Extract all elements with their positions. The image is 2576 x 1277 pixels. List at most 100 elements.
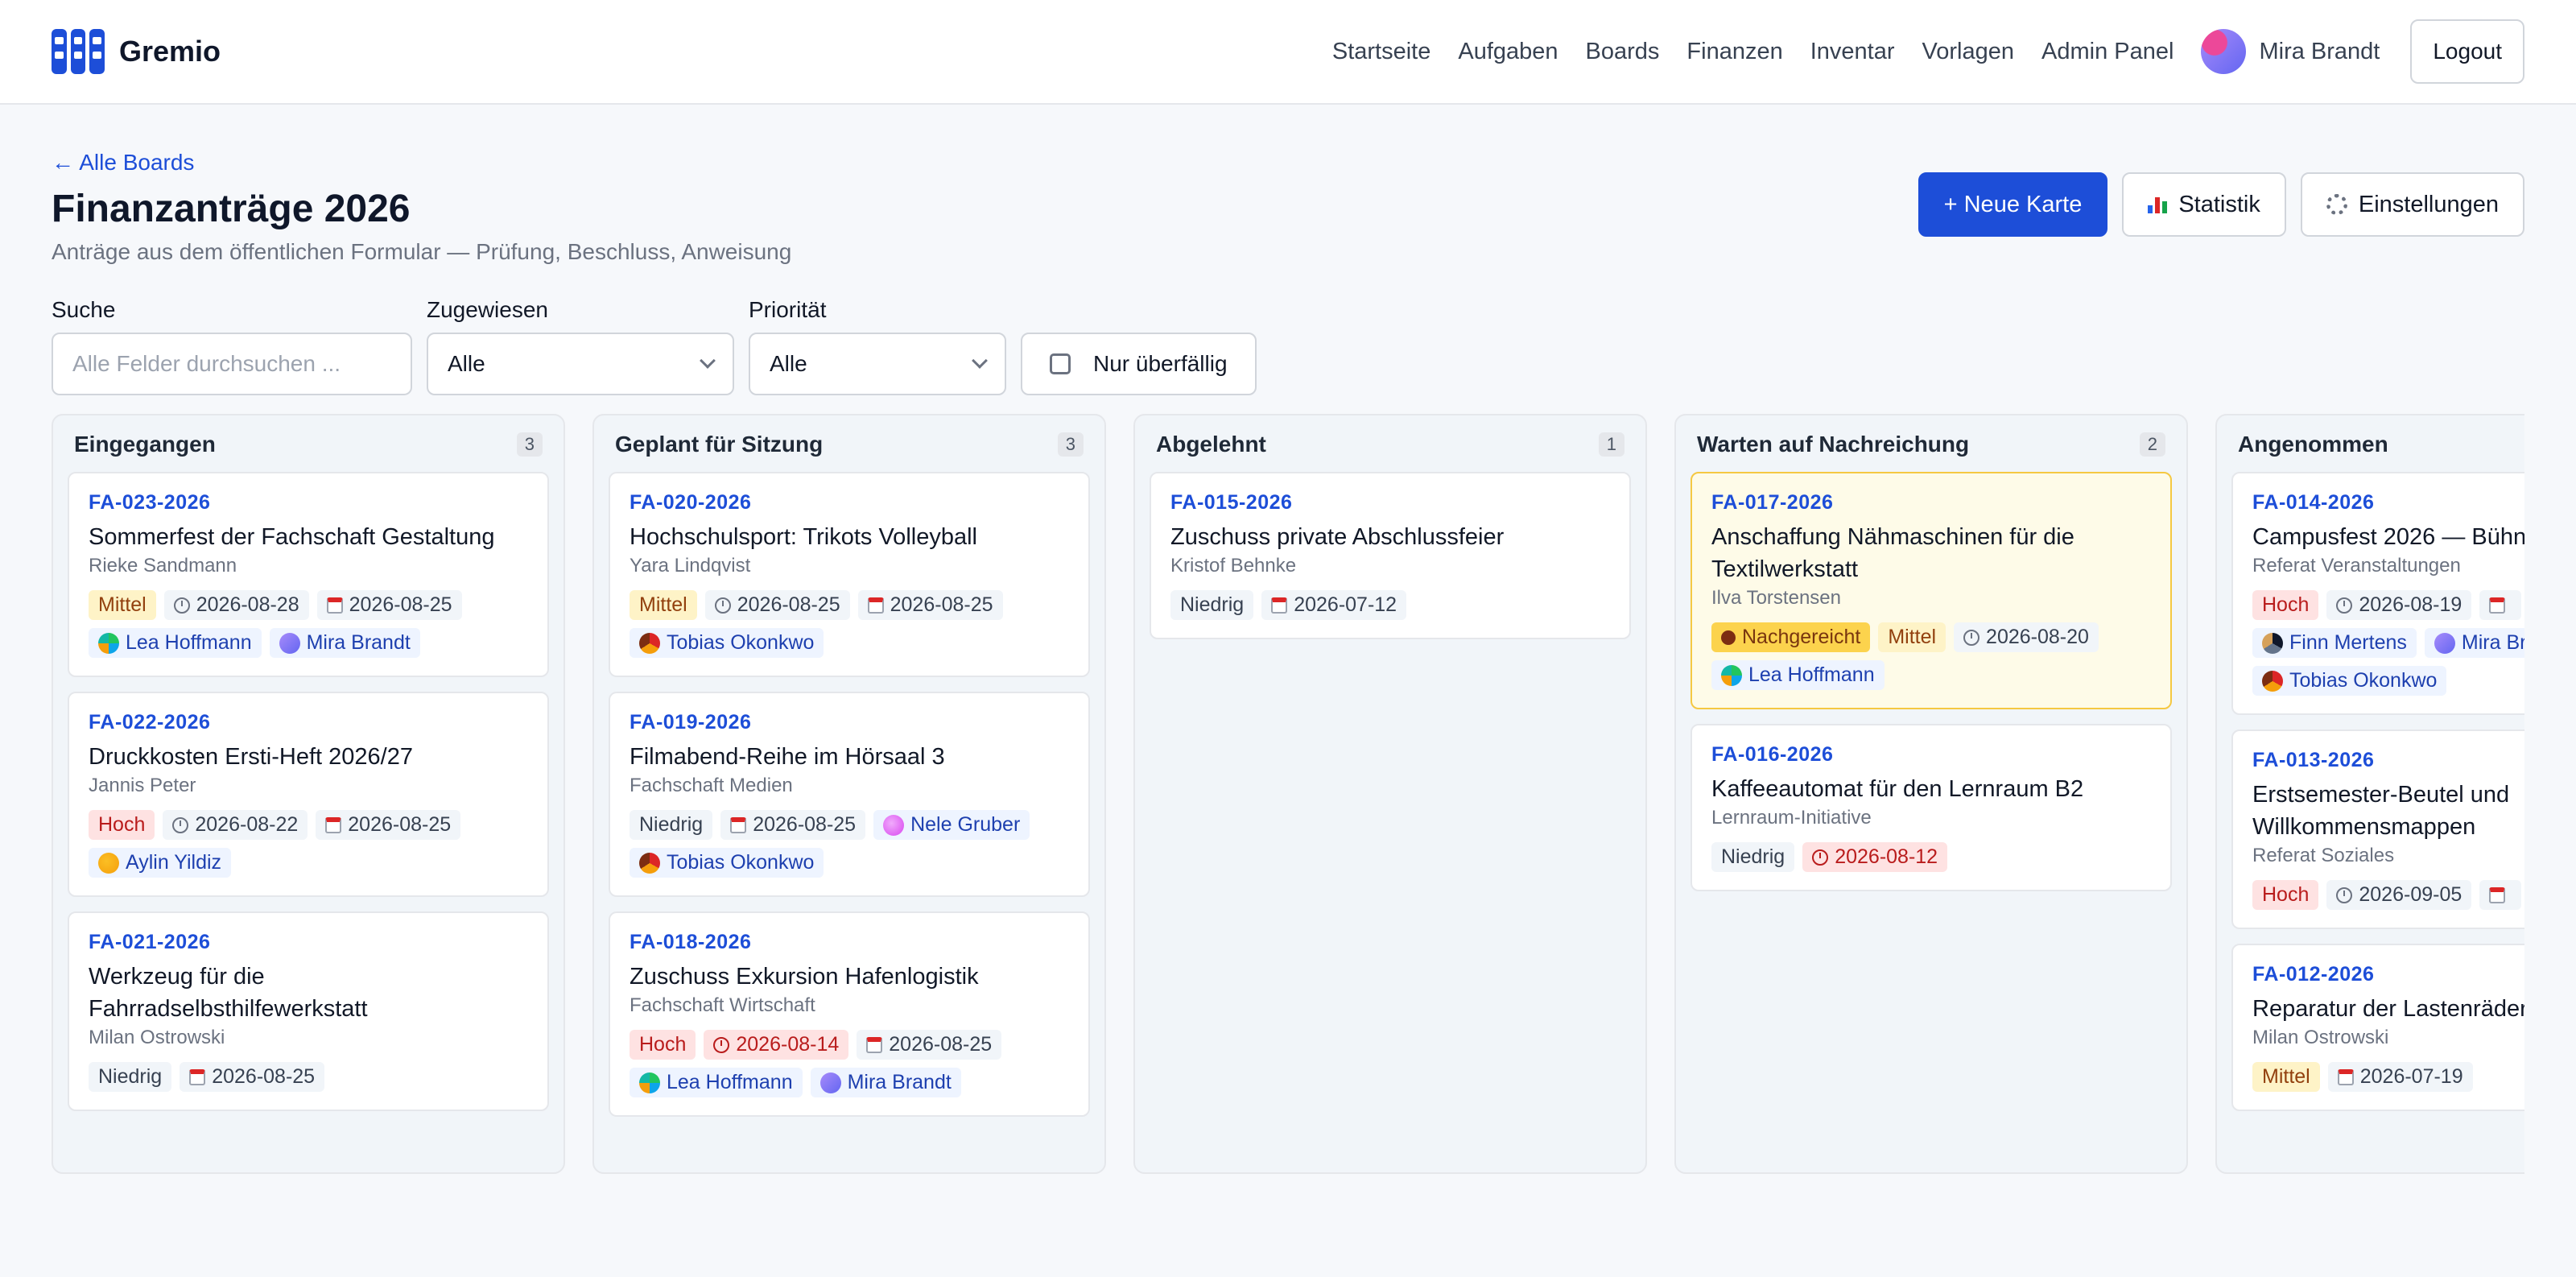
new-card-button[interactable]: + Neue Karte (1918, 172, 2108, 237)
nav-boards[interactable]: Boards (1586, 39, 1660, 65)
assignee-avatar (639, 852, 660, 874)
column-count-badge: 3 (1057, 432, 1084, 457)
column-count-badge: 2 (2139, 432, 2165, 457)
due-date-badge: 2026-08-22 (163, 810, 308, 840)
column-title: Geplant für Sitzung (615, 432, 824, 457)
app-name: Gremio (119, 35, 221, 68)
card-title: Hochschulsport: Trikots Volleyball (630, 524, 977, 550)
kanban-card[interactable]: FA-016-2026 Kaffeeautomat für den Lernrau… (1690, 724, 2172, 891)
back-to-boards-link[interactable]: ← Alle Boards (52, 150, 194, 176)
card-id: FA-018-2026 (630, 931, 752, 953)
column-header: Eingegangen 3 (68, 428, 549, 472)
kanban-card[interactable]: FA-015-2026 Zuschuss private Abschlussfei… (1150, 472, 1631, 639)
tag-text: Hoch (98, 813, 146, 836)
card-tags: Mittel 2026-08-28 2026-08-25 Lea Hoffmann Mi… (89, 590, 528, 658)
bar-chart-icon (2148, 196, 2168, 213)
card-requester: Yara Lindqvist (630, 555, 751, 577)
nav-startseite[interactable]: Startseite (1332, 39, 1431, 65)
priority-select[interactable]: Alle (749, 333, 1006, 395)
kanban-card[interactable]: FA-013-2026 Erstsemester-Beutel und Willk… (2231, 729, 2524, 929)
tag-text: Hoch (2262, 593, 2310, 616)
priority-badge: Mittel (89, 590, 156, 620)
card-title: Kaffeeautomat für den Lernraum B2 (1711, 776, 2084, 802)
column-title: Eingegangen (74, 432, 216, 457)
priority-badge: Mittel (1878, 622, 1946, 652)
calendar-icon (867, 597, 884, 614)
card-title: Werkzeug für die Fahrradselbsthilfewerks… (89, 964, 368, 1022)
assignee-avatar (98, 852, 119, 874)
card-title: Druckkosten Ersti-Heft 2026/27 (89, 744, 413, 770)
kanban-card[interactable]: FA-018-2026 Zuschuss Exkursion Hafenlogis… (609, 911, 1090, 1117)
card-title: Sommerfest der Fachschaft Gestaltung (89, 524, 495, 550)
search-label: Suche (52, 297, 116, 322)
new-card-label: + Neue Karte (1943, 191, 2083, 217)
card-tags: Niedrig 2026-07-12 (1170, 590, 1610, 620)
clock-icon (713, 1036, 730, 1053)
calendar-icon (866, 1036, 883, 1053)
tag-text: Hoch (639, 1033, 687, 1056)
assignee-chip: Tobias Okonkwo (2252, 666, 2447, 696)
kanban-card[interactable]: FA-017-2026 Anschaffung Nähmaschinen für … (1690, 472, 2172, 709)
assignee-name: Mira Brandt (2461, 631, 2524, 654)
clock-icon (173, 597, 190, 614)
statistics-button[interactable]: Statistik (2122, 172, 2286, 237)
assigned-select[interactable]: Alle (427, 333, 734, 395)
clock-icon (2336, 886, 2353, 903)
overdue-checkbox[interactable] (1050, 353, 1071, 374)
kanban-card[interactable]: FA-023-2026 Sommerfest der Fachschaft Ges… (68, 472, 549, 677)
card-requester: Milan Ostrowski (2252, 1027, 2389, 1048)
tag-text: Mittel (2262, 1065, 2310, 1088)
card-id: FA-013-2026 (2252, 749, 2375, 771)
priority-badge: Niedrig (630, 810, 713, 840)
nav-admin-panel[interactable]: Admin Panel (2041, 39, 2174, 65)
nav-aufgaben[interactable]: Aufgaben (1458, 39, 1558, 65)
tag-text: 2026-08-28 (196, 593, 299, 616)
overdue-only-toggle[interactable]: Nur überfällig (1021, 333, 1257, 395)
card-id: FA-014-2026 (2252, 491, 2375, 514)
tag-text: 2026-08-25 (890, 593, 993, 616)
gear-icon (2326, 194, 2347, 215)
assignee-name: Mira Brandt (306, 631, 411, 654)
logout-button[interactable]: Logout (2410, 19, 2524, 84)
card-title: Erstsemester-Beutel und Willkommensmappe… (2252, 782, 2510, 840)
settings-button[interactable]: Einstellungen (2300, 172, 2524, 237)
card-title: Reparatur der Lastenräder (2252, 996, 2524, 1022)
card-id: FA-022-2026 (89, 711, 211, 734)
kanban-card[interactable]: FA-012-2026 Reparatur der Lastenräder Mila… (2231, 944, 2524, 1111)
assignee-chip: Mira Brandt (2424, 628, 2524, 658)
priority-badge: Niedrig (1711, 842, 1795, 872)
search-input[interactable] (52, 333, 412, 395)
nav-inventar[interactable]: Inventar (1810, 39, 1895, 65)
assignee-avatar (1721, 664, 1742, 686)
assignee-name: Mira Brandt (847, 1071, 952, 1093)
calendar-icon (325, 816, 342, 833)
priority-badge: Hoch (89, 810, 155, 840)
tag-text: Niedrig (98, 1065, 163, 1088)
kanban-card[interactable]: FA-022-2026 Druckkosten Ersti-Heft 2026/2… (68, 692, 549, 897)
meeting-date-badge: 2026-07-19 (2327, 1062, 2473, 1092)
kanban-card[interactable]: FA-019-2026 Filmabend-Reihe im Hörsaal 3 F… (609, 692, 1090, 897)
meeting-date-badge (2479, 880, 2522, 910)
user-menu[interactable]: Mira Brandt (2201, 29, 2380, 74)
card-id: FA-016-2026 (1711, 743, 1834, 766)
chevron-down-icon (700, 353, 716, 369)
overdue-date-badge: 2026-08-14 (704, 1030, 849, 1060)
nav-vorlagen[interactable]: Vorlagen (1922, 39, 2015, 65)
tag-text: Niedrig (1721, 845, 1785, 868)
search-field: Suche (52, 297, 412, 395)
nav-finanzen[interactable]: Finanzen (1686, 39, 1782, 65)
calendar-icon (730, 816, 747, 833)
filter-bar: Suche Zugewiesen Alle Priorität Alle Nur… (0, 265, 2576, 395)
assignee-avatar (639, 1072, 660, 1093)
kanban-card[interactable]: FA-020-2026 Hochschulsport: Trikots Volle… (609, 472, 1090, 677)
kanban-card[interactable]: FA-021-2026 Werkzeug für die Fahrradselbs… (68, 911, 549, 1111)
calendar-icon (2489, 597, 2506, 614)
card-title: Anschaffung Nähmaschinen für die Textilw… (1711, 524, 2074, 582)
brand[interactable]: Gremio (52, 29, 221, 74)
meeting-date-badge: 2026-08-25 (180, 1062, 325, 1092)
kanban-card[interactable]: FA-014-2026 Campusfest 2026 — Bühne Refera… (2231, 472, 2524, 715)
overdue-date-badge: 2026-08-12 (1802, 842, 1948, 872)
assignee-chip: Finn Mertens (2252, 628, 2417, 658)
clock-icon (1812, 849, 1829, 866)
assignee-chip: Tobias Okonkwo (630, 628, 824, 658)
